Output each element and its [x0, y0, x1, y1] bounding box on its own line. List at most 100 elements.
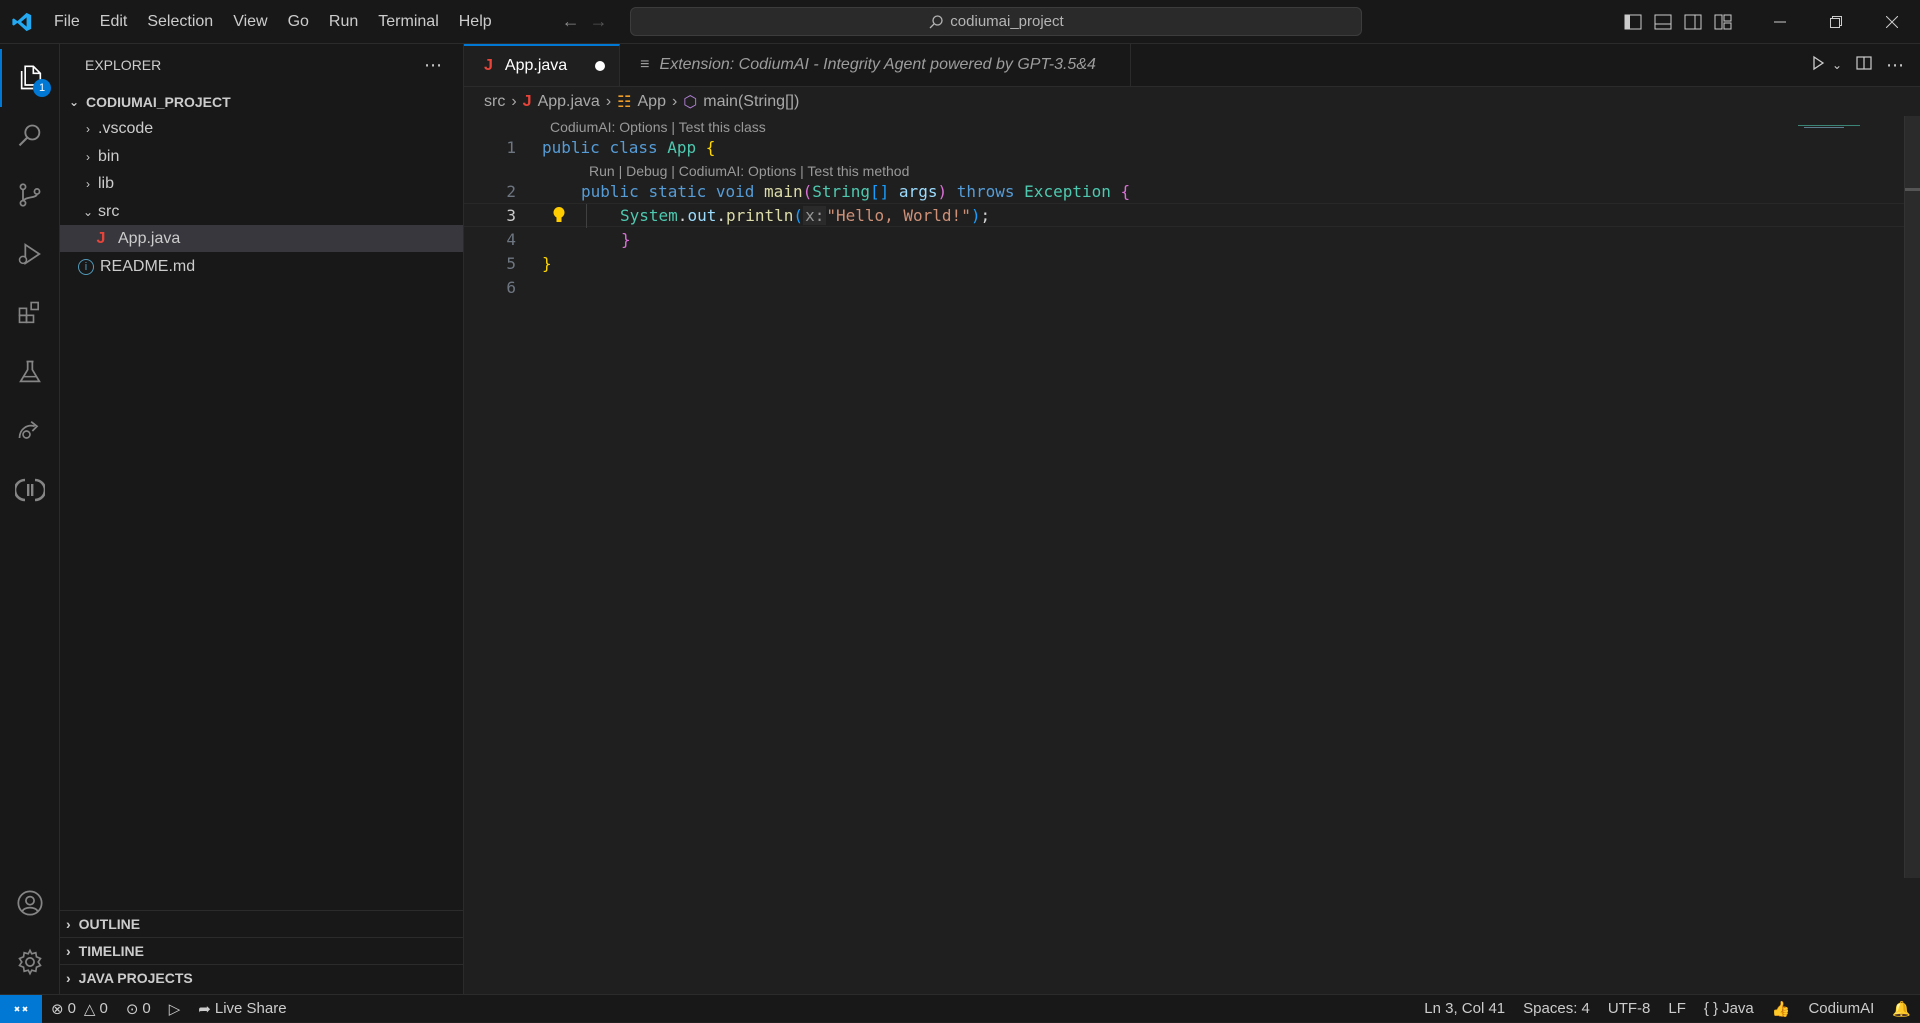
menu-view[interactable]: View: [223, 0, 277, 44]
live-share-icon: ➦: [198, 1000, 211, 1018]
token: throws: [956, 181, 1015, 201]
line-number: 3: [506, 205, 516, 225]
language-label: Java: [1722, 1000, 1754, 1017]
minimap[interactable]: [1798, 116, 1860, 128]
menu-terminal[interactable]: Terminal: [368, 0, 448, 44]
token: static: [648, 181, 707, 201]
unsaved-dot-icon[interactable]: [595, 61, 606, 71]
class-symbol-icon: ☷: [617, 94, 632, 111]
menu-go[interactable]: Go: [278, 0, 319, 44]
toggle-secondary-sidebar-icon[interactable]: [1678, 0, 1708, 44]
token: .: [677, 205, 688, 225]
cursor-position[interactable]: Ln 3, Col 41: [1415, 1000, 1514, 1017]
token: }: [542, 253, 552, 273]
braces-icon: { }: [1703, 1000, 1719, 1017]
live-share-button[interactable]: ➦ Live Share: [189, 1000, 295, 1018]
tree-item-src[interactable]: ⌄ src: [60, 198, 463, 225]
token: String: [812, 181, 871, 201]
toggle-sidebar-icon[interactable]: [1618, 0, 1648, 44]
ports-indicator[interactable]: ⊙ 0: [117, 1000, 160, 1018]
codiumai-status[interactable]: CodiumAI: [1799, 1000, 1883, 1017]
tree-item-readme[interactable]: i README.md: [60, 253, 463, 280]
token: System: [620, 205, 678, 225]
debug-launch[interactable]: ▷: [160, 1000, 190, 1018]
breadcrumb: src › J App.java › ☷ App › ⬡ main(String…: [464, 87, 1920, 117]
settings-gear-icon[interactable]: [0, 933, 60, 991]
explorer-icon[interactable]: 1: [0, 49, 60, 107]
lightbulb-icon[interactable]: [552, 206, 566, 228]
tab-app-java[interactable]: J App.java: [464, 44, 621, 86]
section-timeline[interactable]: › TIMELINE: [60, 937, 463, 964]
breadcrumb-class[interactable]: App: [638, 93, 666, 111]
breadcrumb-method[interactable]: main(String[]): [703, 93, 799, 111]
minimize-icon[interactable]: [1752, 0, 1808, 44]
line-number: 2: [506, 181, 516, 201]
codiumai-icon[interactable]: [0, 461, 60, 519]
command-center-search[interactable]: codiumai_project: [630, 7, 1362, 36]
remote-indicator-icon[interactable]: [0, 994, 42, 1023]
chevron-right-icon: ›: [66, 943, 71, 959]
forward-arrow-icon[interactable]: →: [590, 11, 608, 32]
customize-layout-icon[interactable]: [1708, 0, 1738, 44]
source-control-icon[interactable]: [0, 166, 60, 224]
chevron-right-icon: ›: [511, 93, 517, 110]
explorer-title: EXPLORER: [85, 57, 162, 73]
chevron-down-icon: ⌄: [68, 94, 80, 109]
section-outline[interactable]: › OUTLINE: [60, 910, 463, 937]
split-editor-icon[interactable]: [1856, 55, 1872, 76]
breadcrumb-file[interactable]: App.java: [538, 93, 600, 111]
tab-extension-codiumai[interactable]: ≡ Extension: CodiumAI - Integrity Agent …: [620, 44, 1131, 86]
tree-item-lib[interactable]: › lib: [60, 170, 463, 197]
project-root[interactable]: ⌄ CODIUMAI_PROJECT: [60, 88, 463, 115]
notifications-bell-icon[interactable]: 🔔: [1883, 1000, 1920, 1018]
language-mode[interactable]: { } Java: [1695, 1000, 1763, 1017]
section-label: TIMELINE: [78, 943, 145, 959]
restore-icon[interactable]: [1808, 0, 1864, 44]
token: class: [609, 137, 658, 157]
more-actions-icon[interactable]: ⋯: [424, 55, 443, 76]
testing-flask-icon[interactable]: [0, 343, 60, 401]
tree-item-vscode[interactable]: › .vscode: [60, 115, 463, 142]
warning-count: 0: [99, 1000, 108, 1017]
run-play-icon[interactable]: [1810, 55, 1826, 76]
code-line: 2 public static void main(String[] args)…: [464, 179, 1904, 203]
more-actions-icon[interactable]: ⋯: [1886, 55, 1904, 76]
tree-item-app-java[interactable]: J App.java: [60, 225, 463, 252]
feedback-thumbs-up-icon[interactable]: 👍: [1763, 1000, 1800, 1018]
problems-indicator[interactable]: ⊗ 0 △ 0: [42, 1000, 117, 1018]
tree-item-bin[interactable]: › bin: [60, 143, 463, 170]
vertical-scrollbar[interactable]: [1904, 116, 1920, 878]
account-icon[interactable]: [0, 874, 60, 932]
search-icon[interactable]: [0, 107, 60, 165]
inlay-hint: x:: [803, 205, 827, 225]
menu-help[interactable]: Help: [449, 0, 502, 44]
indentation[interactable]: Spaces: 4: [1514, 1000, 1599, 1017]
section-label: JAVA PROJECTS: [78, 970, 193, 986]
token: ): [937, 181, 948, 201]
back-arrow-icon[interactable]: ←: [562, 11, 580, 32]
code-line: 6: [464, 275, 1904, 299]
menu-selection[interactable]: Selection: [137, 0, 223, 44]
run-debug-icon: ▷: [168, 1000, 181, 1018]
vscode-logo-icon[interactable]: [0, 0, 44, 44]
token: (: [802, 181, 813, 201]
extensions-icon[interactable]: [0, 284, 60, 342]
toggle-panel-icon[interactable]: [1648, 0, 1678, 44]
code-line: 1 public class App {: [464, 135, 1904, 159]
chevron-down-icon[interactable]: ⌄: [1832, 58, 1842, 72]
end-of-line[interactable]: LF: [1659, 1000, 1695, 1017]
live-share-icon[interactable]: [0, 402, 60, 460]
menu-edit[interactable]: Edit: [90, 0, 138, 44]
breadcrumb-src[interactable]: src: [484, 93, 505, 111]
close-window-icon[interactable]: [1864, 0, 1920, 44]
section-java-projects[interactable]: › JAVA PROJECTS: [60, 964, 463, 991]
tab-label: App.java: [504, 57, 568, 74]
menu-run[interactable]: Run: [319, 0, 368, 44]
encoding[interactable]: UTF-8: [1599, 1000, 1660, 1017]
token: {: [705, 137, 716, 157]
editor-area: J App.java ≡ Extension: CodiumAI - Integ…: [464, 44, 1920, 994]
line-number: 1: [506, 137, 516, 157]
run-debug-icon[interactable]: [0, 225, 60, 283]
chevron-right-icon: ›: [671, 93, 678, 110]
menu-file[interactable]: File: [44, 0, 90, 44]
